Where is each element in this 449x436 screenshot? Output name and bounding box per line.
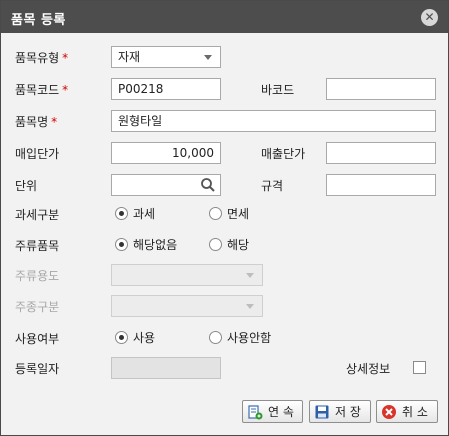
item-type-select[interactable]: 자재 bbox=[111, 46, 221, 68]
required-mark: * bbox=[51, 115, 58, 129]
spec-input[interactable] bbox=[326, 174, 436, 196]
barcode-input[interactable] bbox=[326, 78, 436, 100]
chevron-down-icon bbox=[246, 273, 254, 278]
detail-info-checkbox[interactable] bbox=[413, 361, 426, 374]
document-add-icon bbox=[248, 404, 263, 419]
reg-date-label: 등록일자 bbox=[15, 362, 60, 376]
liquor-option-applicable: 해당 bbox=[227, 237, 250, 252]
cancel-icon bbox=[382, 404, 396, 419]
reg-date-field bbox=[111, 357, 221, 379]
taxation-option-taxable: 과세 bbox=[133, 206, 156, 221]
chevron-down-icon bbox=[246, 304, 254, 309]
usage-option-use: 사용 bbox=[133, 330, 156, 345]
barcode-label: 바코드 bbox=[261, 83, 295, 97]
liquor-radio-applicable[interactable]: 해당 bbox=[209, 235, 249, 253]
radio-unselected-icon bbox=[209, 206, 222, 220]
radio-selected-icon bbox=[115, 330, 128, 344]
taxation-option-exempt: 면세 bbox=[227, 206, 250, 221]
cancel-button-label: 취 소 bbox=[402, 405, 428, 419]
item-type-label: 품목유형 * bbox=[15, 49, 68, 66]
usage-radio-use[interactable]: 사용 bbox=[115, 328, 155, 346]
radio-selected-icon bbox=[115, 206, 128, 220]
taxation-radio-taxable[interactable]: 과세 bbox=[115, 204, 155, 222]
item-name-label: 품목명 * bbox=[15, 113, 57, 130]
item-code-label: 품목코드 * bbox=[15, 81, 68, 98]
item-type-value: 자재 bbox=[118, 50, 141, 64]
detail-info-label: 상세정보 bbox=[346, 362, 391, 376]
purchase-price-input[interactable]: 10,000 bbox=[111, 142, 221, 164]
liquor-radio-none[interactable]: 해당없음 bbox=[115, 235, 177, 253]
unit-input[interactable] bbox=[111, 174, 221, 196]
liquor-kind-label: 주종구분 bbox=[15, 300, 60, 314]
search-icon[interactable] bbox=[200, 177, 216, 193]
close-icon[interactable]: ✕ bbox=[421, 9, 438, 26]
item-type-label-text: 품목유형 bbox=[15, 51, 60, 65]
usage-radio-unused[interactable]: 사용안함 bbox=[209, 328, 271, 346]
item-name-input[interactable]: 원형타일 bbox=[111, 110, 436, 132]
radio-unselected-icon bbox=[209, 330, 222, 344]
usage-label: 사용여부 bbox=[15, 332, 60, 346]
item-registration-dialog: 품목 등록 ✕ 품목유형 * 자재 품목코드 * P00218 바코드 품목명 * 원… bbox=[0, 0, 449, 436]
liquor-use-select bbox=[111, 264, 263, 286]
chevron-down-icon bbox=[204, 55, 212, 60]
sales-price-input[interactable] bbox=[326, 142, 436, 164]
item-name-label-text: 품목명 bbox=[15, 115, 49, 129]
dialog-title: 품목 등록 bbox=[11, 13, 66, 28]
purchase-price-label: 매입단가 bbox=[15, 147, 60, 161]
save-button-label: 저 장 bbox=[335, 405, 361, 419]
usage-option-unused: 사용안함 bbox=[227, 330, 272, 345]
unit-label: 단위 bbox=[15, 179, 38, 193]
title-bar[interactable]: 품목 등록 ✕ bbox=[1, 1, 448, 33]
cancel-button[interactable]: 취 소 bbox=[376, 400, 438, 423]
required-mark: * bbox=[62, 51, 69, 65]
liquor-kind-select bbox=[111, 295, 263, 317]
continue-button[interactable]: 연 속 bbox=[242, 400, 303, 423]
taxation-label: 과세구분 bbox=[15, 208, 60, 222]
item-code-input[interactable]: P00218 bbox=[111, 78, 221, 100]
save-button[interactable]: 저 장 bbox=[309, 400, 371, 423]
continue-button-label: 연 속 bbox=[268, 405, 294, 419]
radio-unselected-icon bbox=[209, 237, 222, 251]
sales-price-label: 매출단가 bbox=[261, 147, 306, 161]
liquor-use-label: 주류용도 bbox=[15, 269, 60, 283]
liquor-item-label: 주류품목 bbox=[15, 239, 60, 253]
save-icon bbox=[315, 405, 329, 418]
required-mark: * bbox=[62, 83, 69, 97]
spec-label: 규격 bbox=[261, 179, 284, 193]
radio-selected-icon bbox=[115, 237, 128, 251]
liquor-option-none: 해당없음 bbox=[133, 237, 178, 252]
item-code-label-text: 품목코드 bbox=[15, 83, 60, 97]
taxation-radio-exempt[interactable]: 면세 bbox=[209, 204, 249, 222]
